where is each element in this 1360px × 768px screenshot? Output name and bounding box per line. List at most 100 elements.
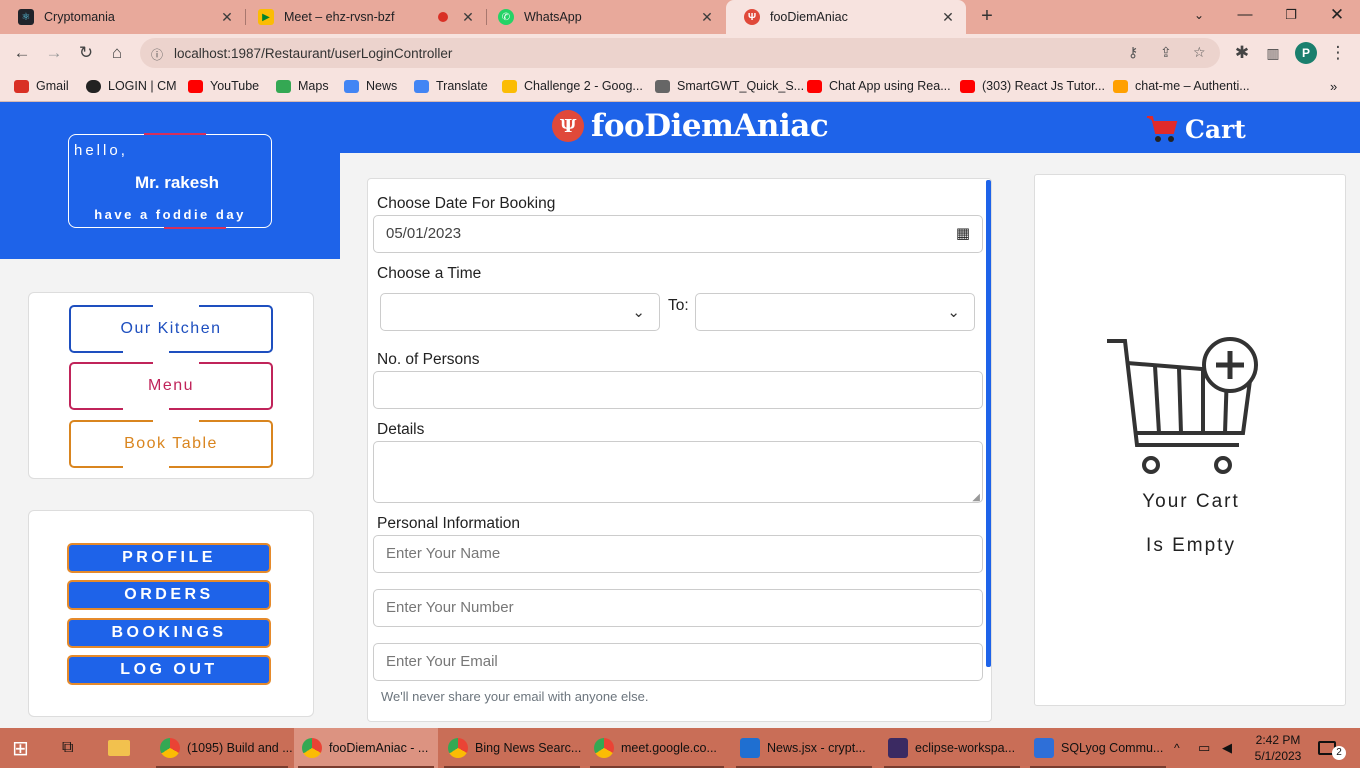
logout-button[interactable]: LOG OUT <box>67 655 271 685</box>
cart-icon <box>1147 116 1178 142</box>
key-icon[interactable]: ⚷ <box>1128 44 1138 61</box>
taskbar-item-vscode[interactable]: News.jsx - crypt... <box>732 728 876 768</box>
tray-overflow-icon[interactable]: ^ <box>1174 728 1190 768</box>
taskbar-item-sqlyog[interactable]: SQLyog Commu... <box>1026 728 1170 768</box>
browser-tab-bar: ⚛ Cryptomania ✕ ▶ Meet – ehz-rvsn-bzf ✕ … <box>0 0 1360 34</box>
email-input[interactable]: Enter Your Email <box>373 643 983 681</box>
address-bar[interactable]: ⓘ localhost:1987/Restaurant/userLoginCon… <box>140 38 1220 68</box>
taskbar-label: meet.google.co... <box>621 741 717 755</box>
divider <box>153 361 199 365</box>
app-page: Ψ fooDiemAniac Cart hello, Mr. rakesh ha… <box>0 102 1360 728</box>
clock[interactable]: 2:42 PM 5/1/2023 <box>1248 728 1308 768</box>
taskbar-item-foodiemaniac[interactable]: fooDiemAniac - ... <box>294 728 438 768</box>
star-icon[interactable]: ☆ <box>1193 44 1206 61</box>
menu-icon[interactable]: ⋮ <box>1327 42 1349 64</box>
orders-button[interactable]: ORDERS <box>67 580 271 610</box>
avatar[interactable]: P <box>1295 42 1317 64</box>
bookmark-login[interactable]: LOGIN | CM <box>86 79 177 93</box>
new-tab-button[interactable]: + <box>976 5 998 27</box>
taskbar-item-bing[interactable]: Bing News Searc... <box>440 728 584 768</box>
close-icon[interactable]: ✕ <box>940 9 956 26</box>
windows-start-icon[interactable]: ⊞ <box>12 728 38 768</box>
side-panel-icon[interactable]: ▥ <box>1262 42 1284 64</box>
tab-foodiemaniac[interactable]: Ψ fooDiemAniac ✕ <box>726 0 966 34</box>
bookings-button[interactable]: BOOKINGS <box>67 618 271 648</box>
tab-label: fooDiemAniac <box>770 10 848 24</box>
tab-search-icon[interactable]: ⌄ <box>1176 0 1222 30</box>
bookmark-gmail[interactable]: Gmail <box>14 79 69 93</box>
gear-icon <box>655 79 670 93</box>
news-icon <box>344 79 359 93</box>
divider <box>153 304 199 308</box>
chevron-down-icon: ⌄ <box>632 304 645 321</box>
tab-whatsapp[interactable]: ✆ WhatsApp ✕ <box>480 0 725 34</box>
close-icon[interactable]: ✕ <box>219 9 235 26</box>
minimize-button[interactable]: — <box>1222 0 1268 30</box>
taskbar-item-build[interactable]: (1095) Build and ... <box>152 728 293 768</box>
extensions-icon[interactable]: ✱ <box>1231 42 1253 64</box>
url-text[interactable]: localhost:1987/Restaurant/userLoginContr… <box>174 46 452 61</box>
bookmark-smartgwt[interactable]: SmartGWT_Quick_S... <box>655 79 804 93</box>
more-bookmarks-icon[interactable]: » <box>1330 79 1337 94</box>
details-textarea[interactable]: ◢ <box>373 441 983 503</box>
profile-button[interactable]: PROFILE <box>67 543 271 573</box>
bookmark-challenge[interactable]: Challenge 2 - Goog... <box>502 79 643 93</box>
persons-input[interactable] <box>373 371 983 409</box>
share-icon[interactable]: ⇪ <box>1160 44 1172 61</box>
taskbar-item-meet[interactable]: meet.google.co... <box>586 728 728 768</box>
persons-label: No. of Persons <box>377 351 480 368</box>
name-input[interactable]: Enter Your Name <box>373 535 983 573</box>
bookmark-react-tutorial[interactable]: (303) React Js Tutor... <box>960 79 1105 93</box>
tab-meet[interactable]: ▶ Meet – ehz-rvsn-bzf ✕ <box>240 0 486 34</box>
close-window-button[interactable]: ✕ <box>1314 0 1360 30</box>
bookmark-maps[interactable]: Maps <box>276 79 329 93</box>
our-kitchen-button[interactable]: Our Kitchen <box>69 304 273 354</box>
divider <box>144 133 206 135</box>
to-label: To: <box>668 297 689 314</box>
brand-logo[interactable]: Ψ fooDiemAniac <box>552 108 829 144</box>
task-view-icon[interactable]: ⧉ <box>62 728 84 768</box>
calendar-icon[interactable]: ▦ <box>956 216 970 252</box>
react-icon: ⚛ <box>18 9 34 25</box>
booking-date-field[interactable]: 05/01/2023 ▦ <box>373 215 983 253</box>
resize-handle-icon[interactable]: ◢ <box>972 480 980 516</box>
file-explorer-icon[interactable] <box>108 728 136 768</box>
bookmark-chatapp[interactable]: Chat App using Rea... <box>807 79 951 93</box>
tab-cryptomania[interactable]: ⚛ Cryptomania ✕ <box>0 0 245 34</box>
nav-panel: Our Kitchen Menu Book Table <box>28 292 314 479</box>
tab-label: Meet – ehz-rvsn-bzf <box>284 10 395 24</box>
bookmark-chat-me[interactable]: chat-me – Authenti... <box>1113 79 1250 93</box>
close-icon[interactable]: ✕ <box>460 9 476 26</box>
time-from-select[interactable]: ⌄ <box>380 293 660 331</box>
notifications-icon[interactable]: 2 <box>1318 728 1348 768</box>
drive-icon <box>502 79 517 93</box>
volume-icon[interactable]: ◀ <box>1222 728 1240 768</box>
network-icon[interactable]: ▭ <box>1198 728 1216 768</box>
cart-link[interactable]: Cart <box>1145 113 1246 145</box>
book-table-button[interactable]: Book Table <box>69 419 273 469</box>
back-icon[interactable]: ← <box>11 42 33 64</box>
empty-cart-icon <box>1107 337 1258 474</box>
cart-panel: Your Cart Is Empty <box>1034 174 1346 706</box>
close-icon[interactable]: ✕ <box>699 9 715 26</box>
meet-icon: ▶ <box>258 9 274 25</box>
forward-icon[interactable]: → <box>43 42 65 64</box>
taskbar-item-eclipse[interactable]: eclipse-workspa... <box>880 728 1024 768</box>
number-input[interactable]: Enter Your Number <box>373 589 983 627</box>
globe-icon <box>86 79 101 93</box>
greeting-tagline: have a foddie day <box>94 207 246 222</box>
time-to-select[interactable]: ⌄ <box>695 293 975 331</box>
bookmark-label: Chat App using Rea... <box>829 79 951 93</box>
restore-button[interactable]: ❐ <box>1268 0 1314 30</box>
translate-icon <box>414 79 429 93</box>
form-scrollbar[interactable] <box>986 180 991 667</box>
bookmark-youtube[interactable]: YouTube <box>188 79 259 93</box>
home-icon[interactable]: ⌂ <box>106 42 128 64</box>
reload-icon[interactable]: ↻ <box>75 42 97 64</box>
fork-spoon-icon: Ψ <box>552 110 584 142</box>
bookmark-news[interactable]: News <box>344 79 397 93</box>
bookmark-label: Translate <box>436 79 488 93</box>
info-icon[interactable]: ⓘ <box>151 46 163 63</box>
menu-button[interactable]: Menu <box>69 361 273 411</box>
bookmark-translate[interactable]: Translate <box>414 79 488 93</box>
